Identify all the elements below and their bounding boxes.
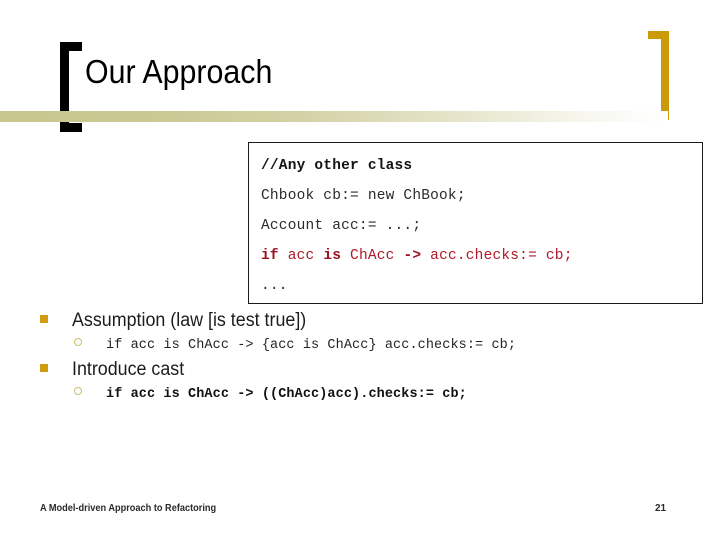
bullet-label: Assumption (law [is test true]) (72, 310, 307, 331)
code-line-ellipsis: ... (261, 278, 288, 294)
slide-number: 21 (655, 503, 667, 514)
circle-bullet-icon (74, 338, 82, 346)
code-line-if: if acc is ChAcc -> acc.checks:= cb; (261, 241, 702, 271)
code-if-mid2: ChAcc (341, 248, 404, 264)
code-line-chbook: Chbook cb:= new ChBook; (261, 188, 466, 204)
circle-bullet-icon (74, 387, 82, 395)
sub-bullet-item-introduce-cast-code: if acc is ChAcc -> ((ChAcc)acc).checks:=… (38, 385, 698, 408)
right-bracket-decoration (648, 31, 669, 120)
keyword-if: if (261, 248, 279, 264)
slide: Our Approach //Any other class Chbook cb… (0, 0, 720, 540)
title-divider-rule (0, 111, 668, 122)
sub-bullet-code: if acc is ChAcc -> {acc is ChAcc} acc.ch… (106, 338, 517, 353)
code-snippet-box: //Any other class Chbook cb:= new ChBook… (248, 142, 703, 304)
sub-bullet-item-assumption-code: if acc is ChAcc -> {acc is ChAcc} acc.ch… (38, 336, 698, 359)
square-bullet-icon (40, 315, 48, 323)
sub-bullet-code: if acc is ChAcc -> ((ChAcc)acc).checks:=… (106, 387, 467, 402)
bullet-list: Assumption (law [is test true]) if acc i… (38, 310, 698, 408)
code-if-mid1: acc (278, 248, 324, 264)
bullet-item-assumption: Assumption (law [is test true]) (38, 310, 698, 336)
bullet-item-introduce-cast: Introduce cast (38, 359, 698, 385)
bullet-label: Introduce cast (72, 359, 185, 380)
page-title: Our Approach (85, 53, 273, 90)
keyword-arrow: -> (403, 248, 422, 264)
keyword-is: is (323, 248, 342, 264)
code-line-comment: //Any other class (261, 158, 413, 174)
code-line-account: Account acc:= ...; (261, 218, 422, 234)
code-if-tail: acc.checks:= cb; (421, 248, 573, 264)
footer-title: A Model-driven Approach to Refactoring (40, 503, 217, 514)
square-bullet-icon (40, 364, 48, 372)
